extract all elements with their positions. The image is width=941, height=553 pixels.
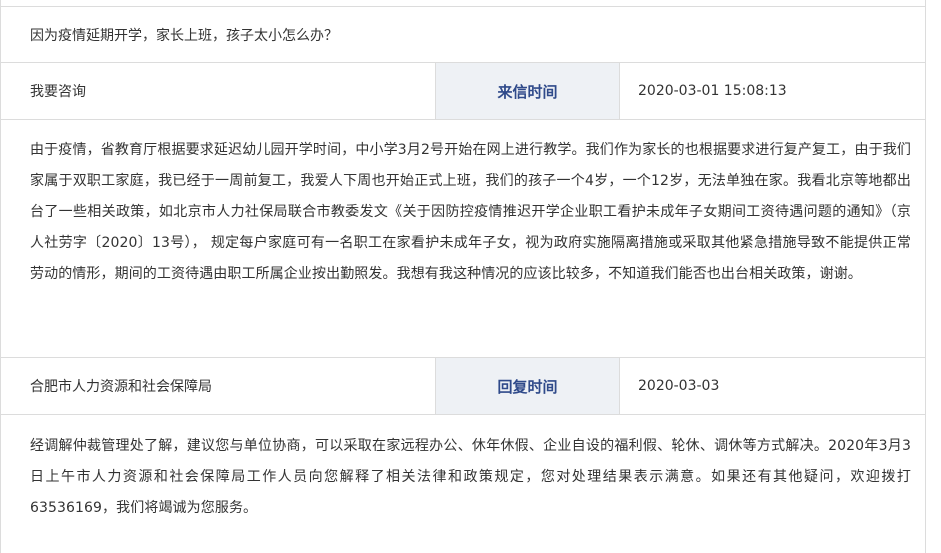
consultation-detail-table: 因为疫情延期开学，家长上班，孩子太小怎么办？ 我要咨询 来信时间 2020-03… — [0, 0, 926, 553]
reply-content-row: 经调解仲裁管理处了解，建议您与单位协商，可以采取在家远程办公、休年休假、企业自设… — [1, 414, 925, 553]
reply-org: 合肥市人力资源和社会保障局 — [30, 379, 212, 395]
letter-content: 由于疫情，省教育厅根据要求延迟幼儿园开学时间，中小学3月2号开始在网上进行教学。… — [30, 142, 911, 282]
reply-time-label: 回复时间 — [435, 358, 620, 414]
letter-type: 我要咨询 — [30, 84, 86, 100]
title-row: 因为疫情延期开学，家长上班，孩子太小怎么办？ — [1, 6, 925, 62]
letter-time-label: 来信时间 — [435, 63, 620, 119]
question-title: 因为疫情延期开学，家长上班，孩子太小怎么办？ — [30, 27, 338, 44]
letter-meta-row: 我要咨询 来信时间 2020-03-01 15:08:13 — [1, 62, 925, 119]
reply-meta-row: 合肥市人力资源和社会保障局 回复时间 2020-03-03 — [1, 357, 925, 414]
letter-time-value: 2020-03-01 15:08:13 — [638, 83, 787, 99]
letter-content-row: 由于疫情，省教育厅根据要求延迟幼儿园开学时间，中小学3月2号开始在网上进行教学。… — [1, 119, 925, 357]
reply-content: 经调解仲裁管理处了解，建议您与单位协商，可以采取在家远程办公、休年休假、企业自设… — [30, 438, 911, 516]
reply-time-value: 2020-03-03 — [638, 378, 720, 394]
